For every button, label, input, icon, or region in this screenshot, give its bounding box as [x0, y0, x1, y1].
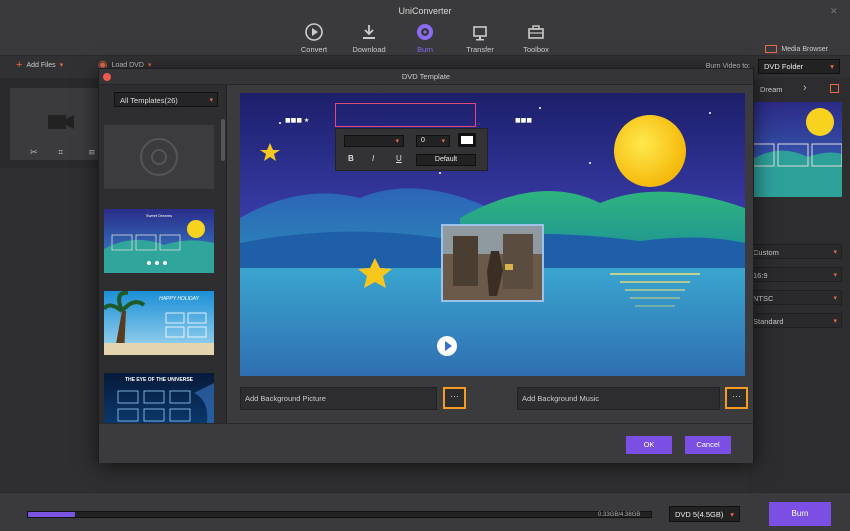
bottom-bar: 0.33GB/4.38GB DVD 5(4.5GB) ▾ Burn [0, 492, 850, 531]
text-color-swatch[interactable] [458, 133, 476, 147]
template-name: Dream [760, 85, 783, 94]
template-preview: ■■■ ★ ■■■ ▾ 0 ▾ B I U Default [240, 93, 745, 376]
chevron-down-icon: ▾ [395, 138, 399, 145]
burn-button[interactable]: Burn [769, 502, 831, 526]
template-list-scrollbar[interactable] [221, 119, 225, 161]
disc-usage-text: 0.33GB/4.38GB [598, 512, 641, 518]
toolbar-burn-label: Burn [417, 45, 433, 54]
template-dream-title: Sweet Dreams [145, 213, 173, 218]
disc-type-value: DVD 5(4.5GB) [675, 510, 724, 519]
burn-settings-panel: Dream › Custom ▾ 16:9 ▾ NTSC ▾ Standard ▾ [748, 78, 850, 492]
cancel-button[interactable]: Cancel [685, 436, 731, 454]
template-universe-title: THE EYE OF THE UNIVERSE [124, 377, 194, 383]
toolbar-transfer-label: Transfer [466, 45, 494, 54]
download-icon [363, 25, 375, 39]
aspect-ratio-select[interactable]: 16:9 ▾ [748, 267, 842, 282]
app-title: UniConverter [398, 6, 452, 16]
chevron-down-icon: ▾ [209, 97, 213, 104]
browse-background-picture-button[interactable]: ··· [443, 387, 466, 409]
dialog-title: DVD Template [401, 72, 451, 81]
toolbar-toolbox-label: Toolbox [523, 45, 549, 54]
video-thumbnail[interactable]: ✂ ⌗ ≡ [10, 88, 100, 160]
dvd-template-dialog: DVD Template All Templates(26) ▾ Sweet D… [98, 68, 754, 463]
template-preview-small [748, 102, 842, 197]
background-picture-field[interactable]: Add Background Picture [240, 387, 437, 410]
template-filter-select[interactable]: All Templates(26) ▾ [114, 92, 218, 107]
toolbar-toolbox[interactable]: Toolbox [508, 22, 564, 54]
svg-text:✂: ✂ [30, 148, 38, 158]
chevron-right-icon[interactable]: › [803, 82, 807, 94]
disc-usage-fill [28, 512, 75, 517]
template-dream-preview [104, 209, 214, 273]
window-close-icon[interactable]: ✕ [830, 6, 840, 16]
svg-text:≡: ≡ [88, 148, 96, 158]
video-camera-icon: ✂ ⌗ ≡ [30, 115, 96, 158]
svg-text:⌗: ⌗ [58, 148, 63, 158]
media-browser-icon [765, 45, 778, 53]
default-style-button[interactable]: Default [416, 154, 476, 166]
font-size-select[interactable]: 0 ▾ [416, 135, 450, 147]
background-music-field[interactable]: Add Background Music [517, 387, 720, 410]
chevron-down-icon: ▾ [833, 249, 837, 256]
toolbar-convert-label: Convert [300, 45, 328, 54]
toolbar-download-label: Download [352, 45, 386, 54]
play-button[interactable] [437, 336, 457, 356]
disc-type-select[interactable]: DVD 5(4.5GB) ▾ [669, 506, 740, 522]
toolbar-transfer[interactable]: Transfer [452, 22, 508, 54]
disc-usage-progress [27, 511, 652, 518]
burn-disc-icon [417, 24, 433, 40]
chevron-down-icon: ▾ [833, 318, 837, 325]
text-format-toolbar: ▾ 0 ▾ B I U Default [335, 128, 488, 171]
disc-icon [140, 138, 178, 176]
add-files-label: Add Files [26, 61, 56, 69]
menu-type-select[interactable]: Custom ▾ [748, 244, 842, 259]
font-size-value: 0 [421, 137, 425, 144]
background-picture-label: Add Background Picture [245, 394, 326, 403]
font-family-select[interactable]: ▾ [344, 135, 404, 147]
ok-button[interactable]: OK [626, 436, 672, 454]
template-holiday-title: HAPPY HOLIDAY [159, 296, 199, 302]
toolbar-convert[interactable]: Convert [286, 22, 342, 54]
burn-video-to-value: DVD Folder [764, 62, 804, 71]
template-filter-value: All Templates(26) [120, 96, 178, 105]
underline-button[interactable]: U [396, 154, 406, 163]
chevron-down-icon: ▾ [441, 138, 445, 145]
toolbar-burn[interactable]: Burn [397, 22, 453, 54]
quality-select[interactable]: Standard ▾ [748, 313, 842, 328]
chevron-down-icon: ▾ [833, 272, 837, 279]
top-toolbar: UniConverter ✕ Convert Download Burn Tra… [0, 0, 850, 56]
svg-text:■■■: ■■■ [515, 117, 532, 124]
media-browser-label: Media Browser [781, 45, 828, 53]
plus-icon: + [16, 59, 23, 71]
title-text-box[interactable] [335, 103, 476, 127]
toolbox-icon [528, 25, 544, 39]
transfer-icon [473, 26, 487, 41]
template-list: All Templates(26) ▾ Sweet Dreams HAPPY H… [99, 85, 227, 437]
convert-icon [305, 23, 323, 41]
italic-button[interactable]: I [372, 154, 382, 163]
edit-icon[interactable] [830, 84, 839, 93]
svg-text:■■■ ★: ■■■ ★ [285, 117, 309, 124]
play-icon [445, 341, 452, 351]
template-dream[interactable]: Sweet Dreams [104, 209, 214, 273]
chapter-video-thumbnail[interactable] [441, 224, 544, 302]
background-music-label: Add Background Music [522, 394, 600, 403]
chevron-down-icon: ▾ [833, 295, 837, 302]
burn-video-to-select[interactable]: DVD Folder ▾ [758, 59, 840, 74]
chevron-down-icon: ▾ [830, 62, 834, 71]
media-browser-button[interactable]: Media Browser [765, 45, 828, 53]
toolbar-download[interactable]: Download [341, 22, 397, 54]
chevron-down-icon: ▾ [59, 62, 64, 69]
bold-button[interactable]: B [348, 154, 358, 163]
add-files-button[interactable]: + Add Files ▾ [16, 59, 64, 71]
template-holiday[interactable]: HAPPY HOLIDAY [104, 291, 214, 355]
video-list-panel: ✂ ⌗ ≡ [0, 78, 100, 168]
browse-background-music-button[interactable]: ··· [725, 387, 748, 409]
tv-standard-select[interactable]: NTSC ▾ [748, 290, 842, 305]
dialog-footer: OK Cancel [99, 423, 753, 463]
chevron-down-icon: ▾ [730, 510, 734, 519]
dialog-titlebar: DVD Template [99, 69, 753, 85]
video-frame-image [443, 226, 542, 300]
template-none[interactable] [104, 125, 214, 189]
